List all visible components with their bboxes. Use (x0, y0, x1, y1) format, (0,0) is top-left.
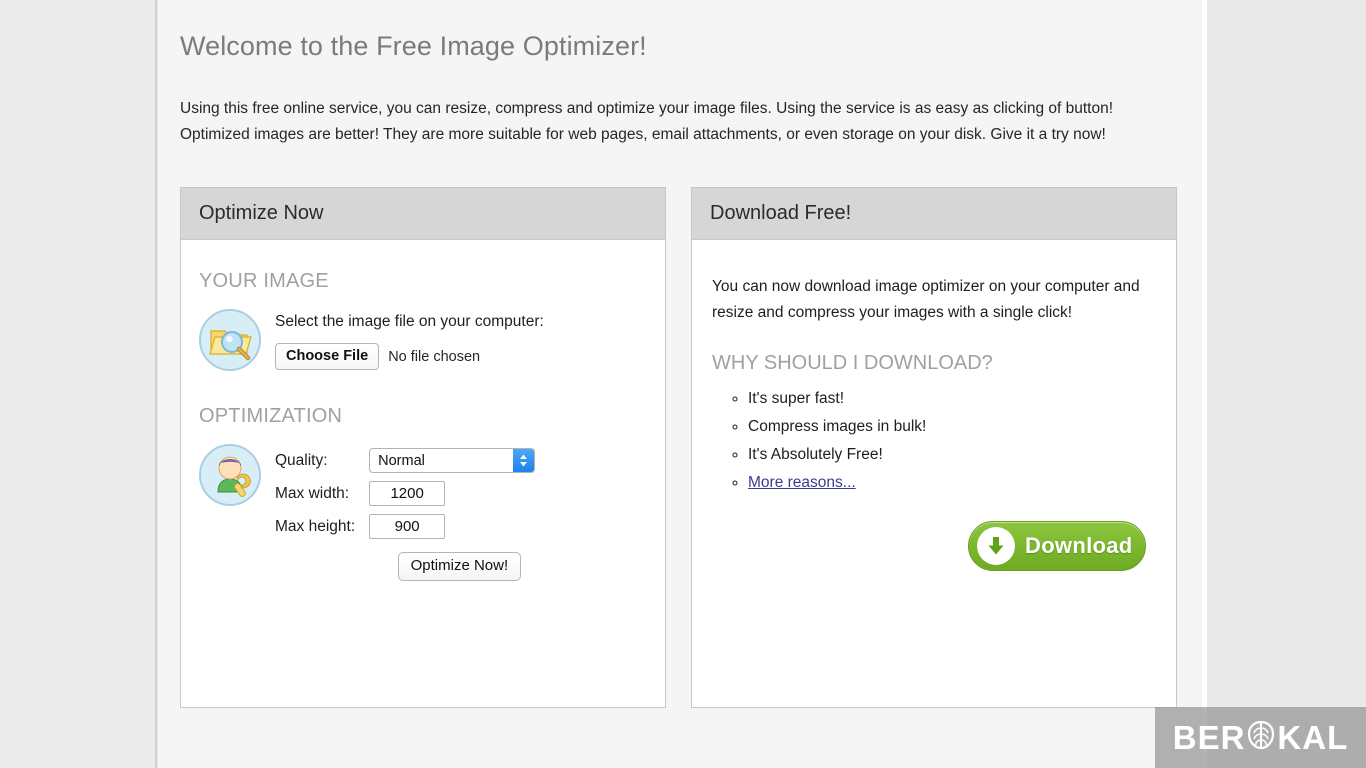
left-divider-rule (155, 0, 157, 768)
select-image-label: Select the image file on your computer: (275, 313, 544, 330)
optimize-button-row: Optimize Now! (275, 552, 535, 581)
watermark-text-after: KAL (1277, 719, 1349, 756)
file-field-column: Select the image file on your computer: … (275, 309, 544, 370)
list-item: Compress images in bulk! (748, 413, 1154, 441)
file-input-row[interactable]: Choose File No file chosen (275, 343, 544, 370)
list-item[interactable]: More reasons... (748, 469, 1154, 497)
folder-search-icon (199, 309, 261, 371)
max-height-input[interactable] (369, 514, 446, 539)
watermark: BER KAL (1155, 707, 1366, 768)
reasons-list: It's super fast! Compress images in bulk… (712, 385, 1154, 497)
download-free-panel: Download Free! You can now download imag… (691, 187, 1177, 708)
why-download-title: WHY SHOULD I DOWNLOAD? (712, 352, 993, 374)
download-button-label: Download (1025, 533, 1133, 558)
optimize-now-button[interactable]: Optimize Now! (397, 552, 522, 581)
brain-icon (1246, 719, 1276, 756)
optimize-now-panel: Optimize Now YOUR IMAGE Select the image… (180, 187, 666, 708)
your-image-section-title: YOUR IMAGE (199, 270, 329, 292)
more-reasons-link[interactable]: More reasons... (748, 474, 856, 491)
quality-label: Quality: (275, 451, 328, 469)
quality-select-wrapper[interactable]: Normal (369, 448, 536, 473)
quality-select[interactable]: Normal (369, 448, 536, 473)
choose-file-button[interactable]: Choose File (275, 343, 380, 370)
list-item: It's super fast! (748, 385, 1154, 413)
max-height-label: Max height: (275, 517, 356, 535)
max-width-input[interactable] (369, 481, 446, 506)
your-image-row: Select the image file on your computer: … (199, 309, 645, 371)
download-panel-header: Download Free! (692, 188, 1176, 240)
optimization-grid: Quality: Normal Max width: 1200 Max heig… (275, 448, 536, 539)
page-title: Welcome to the Free Image Optimizer! (180, 31, 647, 61)
max-width-label: Max width: (275, 484, 350, 502)
optimize-panel-body: YOUR IMAGE Select the image file on your… (181, 240, 665, 581)
optimize-panel-header: Optimize Now (181, 188, 665, 240)
optimization-fields: Quality: Normal Max width: 1200 Max heig… (275, 444, 536, 581)
right-gutter (1207, 0, 1366, 768)
page-root: Welcome to the Free Image Optimizer! Usi… (0, 0, 1366, 768)
download-description: You can now download image optimizer on … (712, 278, 1140, 321)
download-panel-body: You can now download image optimizer on … (692, 240, 1176, 571)
panels-row: Optimize Now YOUR IMAGE Select the image… (180, 187, 1180, 708)
main-content: Welcome to the Free Image Optimizer! Usi… (158, 0, 1207, 768)
optimization-section-title: OPTIMIZATION (199, 405, 343, 427)
intro-paragraph: Using this free online service, you can … (180, 100, 1114, 143)
download-arrow-icon (977, 527, 1015, 565)
optimization-row: Quality: Normal Max width: 1200 Max heig… (199, 444, 645, 581)
watermark-text-before: BER (1172, 719, 1246, 756)
download-button[interactable]: Download (968, 521, 1146, 571)
left-gutter (0, 0, 155, 768)
file-status-text: No file chosen (388, 348, 481, 365)
worker-wrench-icon (199, 444, 261, 506)
list-item: It's Absolutely Free! (748, 441, 1154, 469)
download-button-row: Download (712, 521, 1154, 571)
